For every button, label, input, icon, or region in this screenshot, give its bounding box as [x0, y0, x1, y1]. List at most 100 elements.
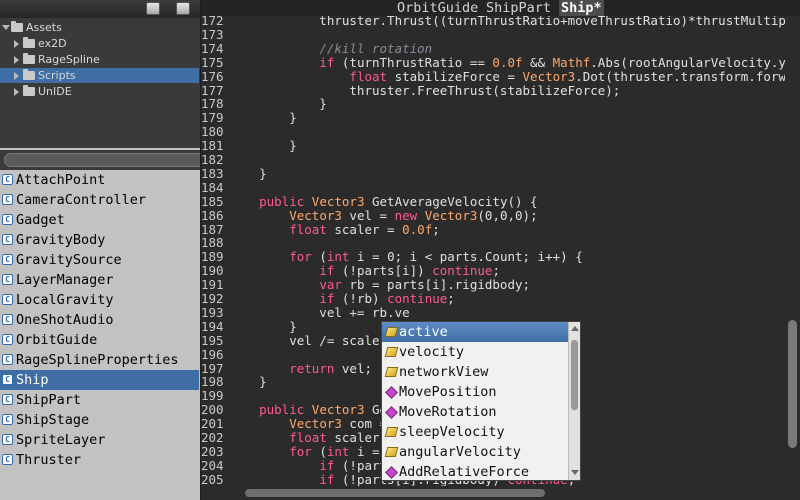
chevron-right-icon[interactable] [14, 88, 19, 96]
script-item[interactable]: C OneShotAudio [0, 310, 199, 330]
code-line: if (!parts [319, 457, 395, 473]
script-item[interactable]: C GravitySource [0, 250, 199, 270]
autocomplete-popup: active velocity networkView MovePosition Mov… [381, 321, 581, 481]
vertical-scroll-thumb[interactable] [788, 320, 797, 448]
csharp-script-icon: C [2, 314, 13, 325]
script-item[interactable]: C ShipPart [0, 390, 199, 410]
search-input[interactable] [4, 153, 200, 167]
code-line: for (int i = 0 [289, 443, 395, 459]
line-number: 190 [201, 263, 224, 279]
line-number: 195 [201, 332, 224, 348]
tab-0[interactable]: OrbitGuide [397, 0, 478, 16]
code-line: } [229, 318, 297, 334]
script-item[interactable]: C Gadget [0, 210, 199, 230]
script-item[interactable]: C AttachPoint [0, 170, 199, 190]
chevron-right-icon[interactable] [14, 56, 19, 64]
line-number: 186 [201, 207, 224, 223]
editor-vertical-scrollbar[interactable] [785, 16, 800, 486]
line-number: 203 [201, 443, 224, 459]
asset-tree: Assets ex2D RageSpline Scripts UnIDE [0, 18, 200, 148]
tree-item[interactable]: UnIDE [0, 84, 199, 99]
tab-2[interactable]: Ship* [559, 0, 604, 16]
script-item[interactable]: C LayerManager [0, 270, 199, 290]
code-line: vel /= scaler; [229, 332, 395, 348]
tree-item[interactable]: RageSpline [0, 52, 199, 67]
csharp-script-icon: C [2, 334, 13, 345]
tree-item[interactable]: Scripts [0, 68, 199, 83]
autocomplete-label: velocity [399, 344, 465, 360]
autocomplete-item[interactable]: networkView [382, 362, 568, 382]
script-item[interactable]: C RageSplineProperties [0, 350, 199, 370]
property-icon [384, 327, 399, 337]
autocomplete-item[interactable]: sleepVelocity [382, 422, 568, 442]
project-pane: Assets ex2D RageSpline Scripts UnIDE C Attach… [0, 0, 201, 500]
autocomplete-label: angularVelocity [399, 444, 521, 460]
method-icon [385, 386, 398, 399]
line-number: 200 [201, 402, 224, 418]
tree-item-label: ex2D [38, 37, 67, 50]
editor-horizontal-scrollbar[interactable] [227, 486, 785, 500]
script-item[interactable]: C OrbitGuide [0, 330, 199, 350]
code-line: thruster.Thrust((turnThrustRatio+moveThr… [229, 16, 785, 28]
create-folder-icon[interactable] [146, 2, 160, 15]
property-icon [384, 347, 399, 357]
script-item[interactable]: C LocalGravity [0, 290, 199, 310]
property-icon [384, 427, 399, 437]
script-item[interactable]: C SpriteLayer [0, 430, 199, 450]
code-line: var rb = parts[i].rigidbody; [319, 277, 531, 293]
folder-icon [23, 85, 35, 96]
scroll-up-icon[interactable] [571, 326, 579, 331]
code-line: for (int i = 0; i < parts.Count; i++) { [289, 249, 583, 265]
tab-1[interactable]: ShipPart [486, 0, 551, 16]
collapse-icon[interactable] [176, 2, 190, 15]
script-item[interactable]: C Ship [0, 370, 199, 390]
method-icon [385, 466, 398, 479]
property-icon [384, 367, 399, 377]
autocomplete-item[interactable]: MovePosition [382, 382, 568, 402]
chevron-right-icon[interactable] [14, 72, 19, 80]
csharp-script-icon: C [2, 174, 13, 185]
script-item-label: LayerManager [16, 272, 114, 288]
search-bar [0, 150, 200, 170]
autocomplete-scroll-thumb[interactable] [571, 340, 578, 410]
scroll-down-icon[interactable] [571, 470, 579, 475]
horizontal-scroll-thumb[interactable] [245, 489, 545, 497]
autocomplete-item[interactable]: angularVelocity [382, 442, 568, 462]
method-icon [385, 406, 398, 419]
code-line: } [229, 96, 327, 112]
csharp-script-icon: C [2, 454, 13, 465]
line-number: 178 [201, 96, 224, 112]
tree-item-label: UnIDE [38, 85, 72, 98]
script-item-label: ShipStage [16, 412, 90, 428]
autocomplete-label: active [399, 324, 448, 340]
autocomplete-item[interactable]: AddRelativeForce [382, 462, 568, 480]
line-number: 175 [201, 54, 224, 70]
line-number: 202 [201, 430, 224, 445]
script-item-label: GravityBody [16, 232, 106, 248]
code-line: //kill rotation [319, 40, 433, 56]
line-number: 199 [201, 388, 224, 404]
autocomplete-item[interactable]: MoveRotation [382, 402, 568, 422]
autocomplete-item[interactable]: velocity [382, 342, 568, 362]
line-number: 184 [201, 179, 224, 195]
script-item[interactable]: C GravityBody [0, 230, 199, 250]
script-item-label: OneShotAudio [16, 312, 114, 328]
script-item[interactable]: C CameraController [0, 190, 199, 210]
code-line: public Vector3 GetAverageVelocity() { [259, 193, 538, 209]
tree-item[interactable]: ex2D [0, 36, 199, 51]
line-number: 185 [201, 193, 224, 209]
autocomplete-scrollbar[interactable] [568, 322, 580, 480]
script-item[interactable]: C ShipStage [0, 410, 199, 430]
line-number: 191 [201, 277, 224, 293]
tree-item[interactable]: Assets [0, 20, 199, 35]
folder-icon [23, 37, 35, 48]
line-number: 176 [201, 68, 224, 84]
chevron-down-icon[interactable] [2, 25, 10, 30]
chevron-right-icon[interactable] [14, 40, 19, 48]
script-item-label: AttachPoint [16, 172, 106, 188]
script-item[interactable]: C Thruster [0, 450, 199, 470]
code-line: thruster.FreeThrust(stabilizeForce); [229, 82, 621, 98]
autocomplete-item[interactable]: active [382, 322, 568, 342]
line-number: 198 [201, 374, 224, 390]
line-number: 193 [201, 304, 224, 320]
